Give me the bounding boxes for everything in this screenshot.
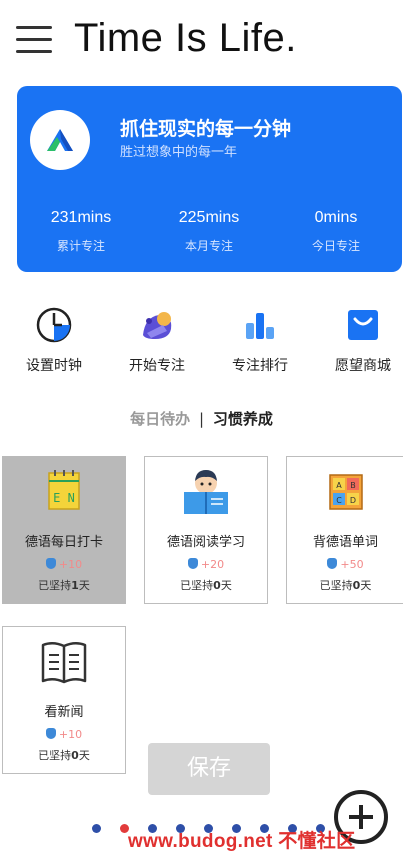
habit-reward: +10 <box>3 558 125 571</box>
wish-store-label: 愿望商城 <box>335 358 391 374</box>
habit-card[interactable]: 德语阅读学习 +20 已坚持0天 <box>144 456 268 604</box>
stat-today-value: 0mins <box>314 209 358 226</box>
svg-text:A: A <box>336 481 342 490</box>
habit-name: 看新闻 <box>44 705 84 720</box>
bar-chart-icon <box>240 305 280 345</box>
svg-text:D: D <box>349 496 355 505</box>
habit-name: 德语阅读学习 <box>166 535 245 550</box>
stat-month-value: 225mins <box>178 209 240 226</box>
tab-daily-todo[interactable]: 每日待办 <box>130 410 190 428</box>
shopping-bag-icon <box>343 305 383 345</box>
open-book-icon <box>37 637 91 687</box>
habit-streak: 已坚持0天 <box>319 579 372 592</box>
submotto-text: 胜过想象中的每一年 <box>120 145 238 160</box>
set-clock-button[interactable]: 设置时钟 <box>7 305 101 377</box>
app-logo-icon <box>47 129 73 151</box>
focus-illustration-icon <box>137 305 177 345</box>
menu-icon-line <box>16 38 52 41</box>
money-bag-icon <box>45 728 56 739</box>
habit-name: 背德语单词 <box>312 535 378 550</box>
reward-value: +20 <box>200 558 225 571</box>
app-title: Time Is Life. <box>74 16 297 60</box>
tab-habits[interactable]: 习惯养成 <box>213 410 273 428</box>
habit-card[interactable]: 看新闻 +10 已坚持0天 <box>2 626 126 774</box>
segment-separator: | <box>198 410 205 428</box>
page-dot[interactable] <box>92 824 101 833</box>
habit-card[interactable]: E N 德语每日打卡 +10 已坚持1天 <box>2 456 126 604</box>
reading-boy-icon <box>179 467 233 517</box>
habit-reward: +10 <box>3 728 125 741</box>
habit-streak: 已坚持0天 <box>38 749 90 762</box>
notebook-en-icon: E N <box>37 467 91 517</box>
stat-today-label: 今日专注 <box>311 239 360 253</box>
habit-reward: +50 <box>287 558 403 571</box>
streak-days: 0 <box>71 749 79 762</box>
money-bag-icon <box>45 558 56 569</box>
stat-total-value: 231mins <box>50 209 112 226</box>
clock-icon <box>34 305 74 345</box>
habit-streak: 已坚持0天 <box>180 579 232 592</box>
money-bag-icon <box>187 558 198 569</box>
reward-value: +50 <box>340 558 364 571</box>
start-focus-button[interactable]: 开始专注 <box>110 305 204 377</box>
focus-ranking-button[interactable]: 专注排行 <box>213 305 307 377</box>
motto-text: 抓住现实的每一分钟 <box>120 118 292 140</box>
habit-name: 德语每日打卡 <box>24 535 103 550</box>
avatar[interactable] <box>30 110 90 170</box>
watermark: www.budog.net 不懂社区 <box>128 831 356 852</box>
segment-switch: 每日待办 | 习惯养成 <box>0 408 403 429</box>
habit-reward: +20 <box>145 558 267 571</box>
notebook-icon-text: E N <box>53 491 75 505</box>
reward-value: +10 <box>58 558 83 571</box>
stat-total-label: 累计专注 <box>56 239 105 253</box>
set-clock-label: 设置时钟 <box>26 358 82 374</box>
menu-button[interactable] <box>16 24 54 56</box>
streak-days: 0 <box>213 579 221 592</box>
focus-ranking-label: 专注排行 <box>232 358 288 374</box>
save-button[interactable]: 保存 <box>148 743 270 795</box>
svg-text:B: B <box>350 481 356 490</box>
menu-icon-line <box>16 50 52 53</box>
reward-value: +10 <box>58 728 83 741</box>
menu-icon-line <box>16 26 52 29</box>
abcd-blocks-icon: A B C D <box>319 467 373 517</box>
money-bag-icon <box>327 558 338 569</box>
start-focus-label: 开始专注 <box>129 358 185 374</box>
habit-streak: 已坚持1天 <box>38 579 90 592</box>
habit-card[interactable]: A B C D 背德语单词 +50 已坚持0天 <box>286 456 403 604</box>
wish-store-button[interactable]: 愿望商城 <box>316 305 403 377</box>
streak-days: 1 <box>71 579 79 592</box>
stat-month-label: 本月专注 <box>184 239 233 253</box>
svg-text:C: C <box>336 496 342 505</box>
